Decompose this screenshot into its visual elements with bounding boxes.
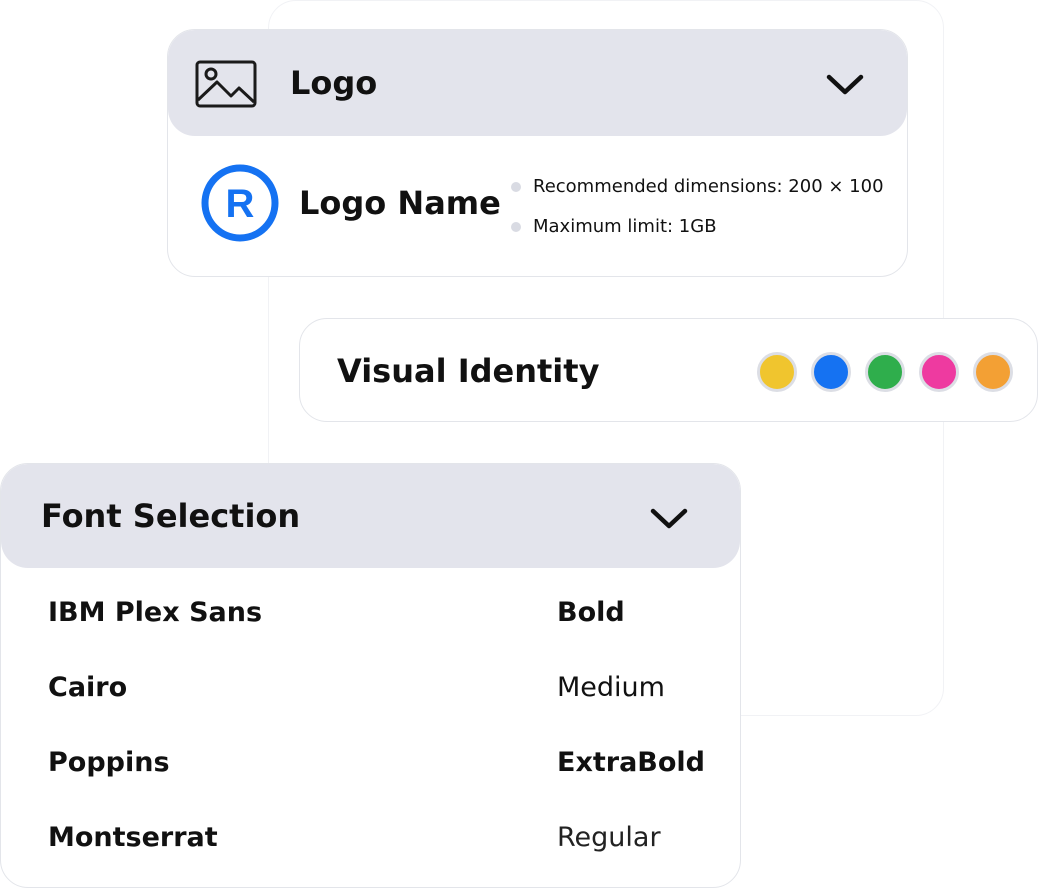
font-weight: ExtraBold [557, 747, 706, 778]
bullet-icon [511, 182, 521, 192]
font-list: IBM Plex Sans Bold Cairo Medium Poppins … [48, 592, 708, 887]
logo-card-header[interactable]: Logo [168, 30, 907, 136]
requirement-dimensions: Recommended dimensions: 200 × 100 [533, 176, 884, 197]
list-item: Maximum limit: 1GB [511, 207, 884, 247]
color-swatch-green[interactable] [865, 352, 905, 392]
color-swatch-blue[interactable] [811, 352, 851, 392]
font-selection-title: Font Selection [41, 497, 301, 535]
font-name: Montserrat [48, 822, 218, 853]
font-row[interactable]: Cairo Medium [48, 667, 708, 742]
brand-settings-canvas: Logo R Logo Name Recommended dimensions:… [0, 0, 1038, 888]
logo-card: Logo R Logo Name Recommended dimensions:… [167, 29, 908, 277]
font-name: Cairo [48, 672, 128, 703]
font-row[interactable]: IBM Plex Sans Bold [48, 592, 708, 667]
color-swatch-orange[interactable] [973, 352, 1013, 392]
font-name: Poppins [48, 747, 170, 778]
font-name: IBM Plex Sans [48, 597, 263, 628]
font-weight: Medium [557, 672, 665, 703]
list-item: Recommended dimensions: 200 × 100 [511, 167, 884, 207]
registered-mark-icon: R [201, 164, 279, 242]
font-row[interactable]: Poppins ExtraBold [48, 742, 708, 817]
logo-name: Logo Name [299, 184, 501, 222]
font-weight: Regular [557, 822, 661, 853]
font-row[interactable]: Montserrat Regular [48, 817, 708, 887]
image-icon [195, 60, 257, 108]
chevron-down-icon[interactable] [649, 506, 689, 532]
logo-section-title: Logo [290, 64, 378, 102]
color-swatches [757, 352, 1013, 392]
visual-identity-title: Visual Identity [337, 352, 600, 390]
logo-requirements-list: Recommended dimensions: 200 × 100 Maximu… [511, 167, 884, 247]
color-swatch-yellow[interactable] [757, 352, 797, 392]
logo-mark-letter: R [226, 182, 255, 226]
color-swatch-pink[interactable] [919, 352, 959, 392]
requirement-limit: Maximum limit: 1GB [533, 216, 717, 237]
font-selection-card: Font Selection IBM Plex Sans Bold Cairo … [0, 463, 741, 888]
bullet-icon [511, 222, 521, 232]
font-weight: Bold [557, 597, 625, 628]
font-selection-header[interactable]: Font Selection [1, 464, 740, 568]
chevron-down-icon[interactable] [825, 72, 865, 98]
visual-identity-card: Visual Identity [299, 318, 1038, 422]
